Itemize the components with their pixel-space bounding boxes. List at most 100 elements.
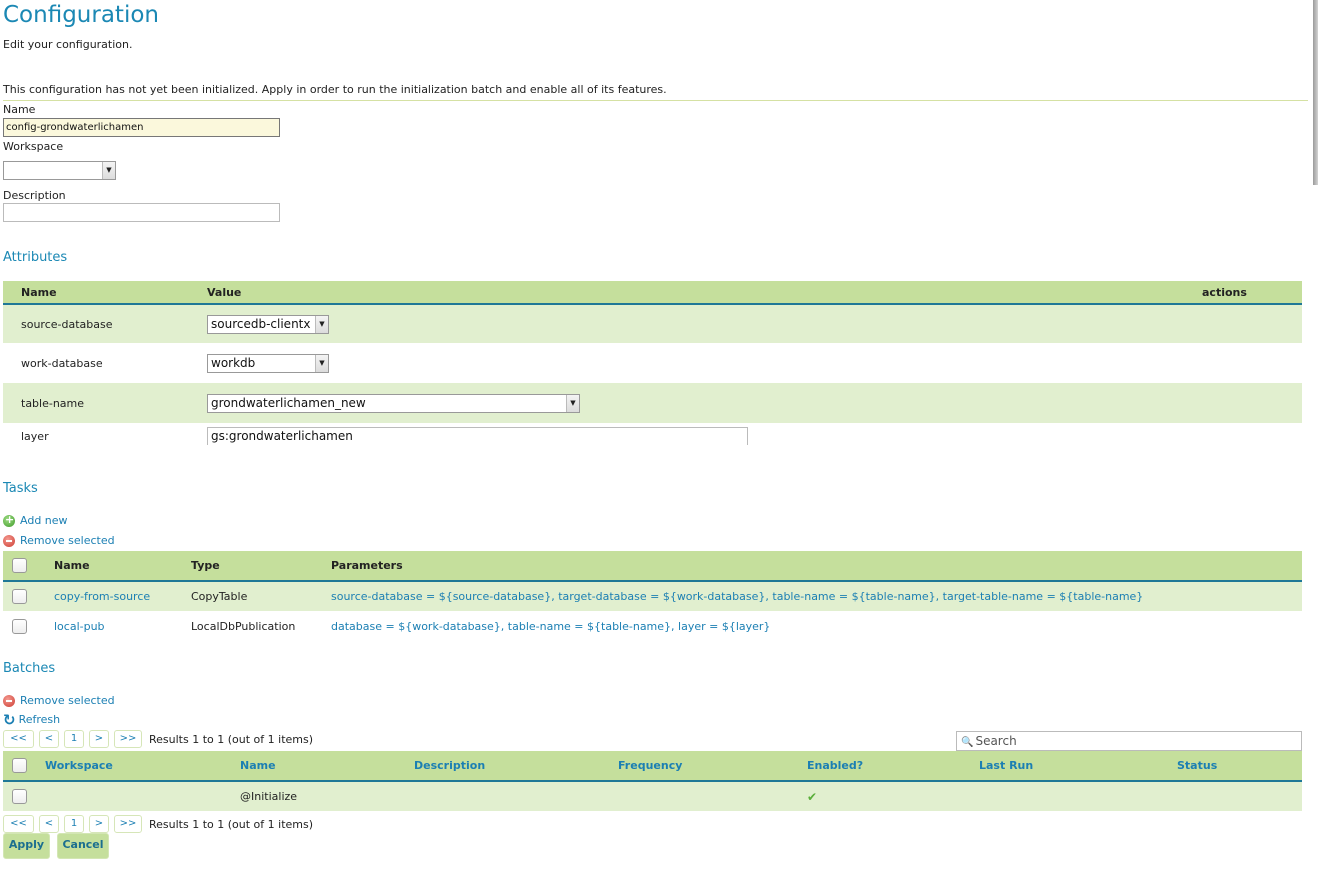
attribute-name: source-database — [3, 304, 207, 343]
page-subtitle: Edit your configuration. — [3, 38, 133, 51]
batch-checkbox[interactable] — [12, 789, 27, 804]
col-name[interactable]: Name — [240, 751, 414, 782]
batches-search-input[interactable]: 🔍 Search — [956, 731, 1302, 751]
attribute-row: work-database workdb ▼ — [3, 343, 1302, 383]
attributes-header-row: Name Value actions — [3, 281, 1302, 305]
checkmark-icon: ✔ — [807, 789, 818, 804]
results-count: Results 1 to 1 (out of 1 items) — [149, 732, 314, 746]
page-title: Configuration — [3, 2, 159, 28]
task-type: LocalDbPublication — [191, 611, 331, 641]
col-description[interactable]: Description — [414, 751, 618, 782]
task-name-link[interactable]: local-pub — [54, 620, 105, 633]
description-label: Description — [3, 189, 66, 202]
col-actions: actions — [1202, 281, 1302, 305]
batches-heading: Batches — [3, 661, 56, 676]
add-new-label: Add new — [20, 514, 68, 527]
attributes-heading: Attributes — [3, 250, 68, 265]
batch-frequency — [618, 781, 807, 811]
col-name: Name — [3, 281, 207, 305]
attributes-table: Name Value actions source-database sourc… — [3, 281, 1302, 449]
results-count: Results 1 to 1 (out of 1 items) — [149, 817, 314, 831]
task-row: local-pub LocalDbPublication database = … — [3, 611, 1302, 641]
col-parameters: Parameters — [331, 551, 1302, 582]
batch-row: @Initialize ✔ — [3, 781, 1302, 811]
col-type: Type — [191, 551, 331, 582]
refresh-icon: ↻ — [3, 710, 16, 729]
select-all-batches-checkbox[interactable] — [12, 758, 27, 773]
search-placeholder: Search — [975, 734, 1017, 748]
batch-last-run — [979, 781, 1177, 811]
task-row: copy-from-source CopyTable source-databa… — [3, 581, 1302, 611]
source-database-select[interactable]: sourcedb-clientx ▼ — [207, 314, 329, 334]
select-all-tasks-checkbox[interactable] — [12, 558, 27, 573]
batches-table: Workspace Name Description Frequency Ena… — [3, 751, 1302, 811]
refresh-link[interactable]: ↻ Refresh — [3, 710, 61, 729]
initialization-notice: This configuration has not yet been init… — [3, 83, 1308, 101]
page-1-button[interactable]: 1 — [64, 815, 84, 833]
col-frequency[interactable]: Frequency — [618, 751, 807, 782]
cancel-button[interactable]: Cancel — [57, 833, 109, 859]
batches-header-row: Workspace Name Description Frequency Ena… — [3, 751, 1302, 782]
chevron-down-icon: ▼ — [315, 315, 328, 333]
batch-status — [1177, 781, 1302, 811]
layer-input[interactable]: gs:grondwaterlichamen — [207, 427, 748, 445]
magnifier-icon: 🔍 — [961, 737, 974, 748]
batch-workspace — [45, 781, 240, 811]
task-parameters-link[interactable]: source-database = ${source-database}, ta… — [331, 590, 1143, 603]
workspace-label: Workspace — [3, 140, 64, 153]
description-input[interactable] — [3, 203, 280, 222]
select-value: grondwaterlichamen_new — [211, 395, 366, 410]
batches-pager-bottom: << < 1 > >> Results 1 to 1 (out of 1 ite… — [3, 815, 313, 833]
attribute-row: source-database sourcedb-clientx ▼ — [3, 304, 1302, 343]
task-type: CopyTable — [191, 581, 331, 611]
vertical-scrollbar[interactable] — [1313, 0, 1318, 877]
first-page-button[interactable]: << — [3, 730, 34, 748]
batch-description — [414, 781, 618, 811]
remove-selected-tasks-link[interactable]: Remove selected — [3, 534, 115, 547]
first-page-button[interactable]: << — [3, 815, 34, 833]
remove-circle-icon — [3, 534, 15, 547]
remove-selected-label: Remove selected — [20, 694, 115, 707]
tasks-header-row: Name Type Parameters — [3, 551, 1302, 582]
task-checkbox[interactable] — [12, 589, 27, 604]
col-status[interactable]: Status — [1177, 751, 1302, 782]
page-1-button[interactable]: 1 — [64, 730, 84, 748]
remove-selected-batches-link[interactable]: Remove selected — [3, 694, 115, 707]
scrollbar-thumb[interactable] — [1313, 0, 1318, 185]
remove-selected-label: Remove selected — [20, 534, 115, 547]
refresh-label: Refresh — [18, 713, 61, 726]
col-value: Value — [207, 281, 1202, 305]
add-new-task-link[interactable]: Add new — [3, 513, 68, 527]
attribute-name: layer — [3, 423, 207, 449]
work-database-select[interactable]: workdb ▼ — [207, 353, 329, 373]
attribute-row: table-name grondwaterlichamen_new ▼ — [3, 383, 1302, 423]
apply-button[interactable]: Apply — [3, 833, 50, 859]
col-workspace[interactable]: Workspace — [45, 751, 240, 782]
task-checkbox[interactable] — [12, 618, 27, 634]
task-parameters-link[interactable]: database = ${work-database}, table-name … — [331, 620, 770, 633]
tasks-table: Name Type Parameters copy-from-source Co… — [3, 551, 1302, 641]
remove-circle-icon — [3, 694, 15, 707]
table-name-select[interactable]: grondwaterlichamen_new ▼ — [207, 393, 580, 413]
name-input[interactable]: config-grondwaterlichamen — [3, 118, 280, 137]
select-value: sourcedb-clientx — [211, 316, 311, 331]
next-page-button[interactable]: > — [89, 730, 109, 748]
name-label: Name — [3, 103, 36, 116]
last-page-button[interactable]: >> — [114, 815, 142, 833]
next-page-button[interactable]: > — [89, 815, 109, 833]
prev-page-button[interactable]: < — [39, 815, 59, 833]
task-name-link[interactable]: copy-from-source — [54, 590, 150, 603]
batches-pager-top: << < 1 > >> Results 1 to 1 (out of 1 ite… — [3, 730, 313, 748]
attribute-name: work-database — [3, 343, 207, 383]
select-value: workdb — [211, 355, 256, 370]
col-last-run[interactable]: Last Run — [979, 751, 1177, 782]
last-page-button[interactable]: >> — [114, 730, 142, 748]
tasks-heading: Tasks — [3, 481, 38, 496]
chevron-down-icon: ▼ — [315, 354, 328, 372]
attribute-row: layer gs:grondwaterlichamen — [3, 423, 1302, 449]
col-name: Name — [54, 551, 191, 582]
prev-page-button[interactable]: < — [39, 730, 59, 748]
chevron-down-icon: ▼ — [566, 394, 579, 412]
workspace-select[interactable]: ▼ — [3, 161, 116, 180]
col-enabled[interactable]: Enabled? — [807, 751, 979, 782]
